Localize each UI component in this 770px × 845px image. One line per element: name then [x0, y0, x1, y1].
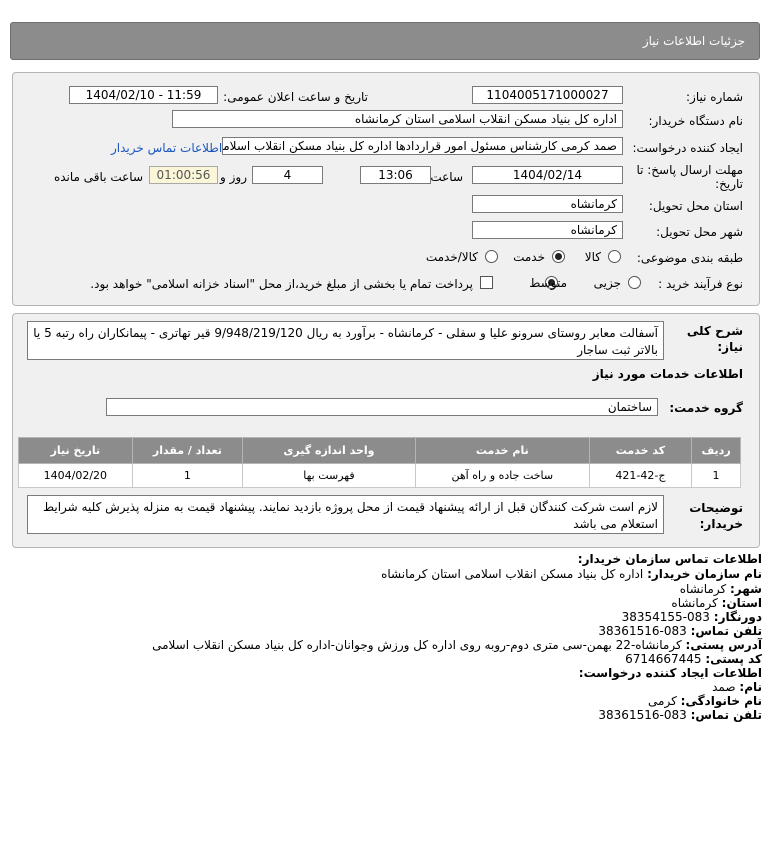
- deadline-label-line2: تاریخ:: [715, 177, 743, 191]
- page-header: جزئیات اطلاعات نیاز: [10, 22, 760, 60]
- services-section-title: اطلاعات خدمات مورد نیاز: [592, 367, 743, 381]
- deadline-date-field[interactable]: 1404/02/14: [472, 166, 623, 184]
- remaining-time-field: 01:00:56: [149, 166, 218, 184]
- need-date-cell: 1404/02/20: [18, 463, 133, 488]
- column-quantity: تعداد / مقدار: [131, 437, 244, 464]
- contact-org-title: اطلاعات تماس سازمان خریدار:: [577, 552, 762, 566]
- category-radio-service[interactable]: [552, 250, 565, 263]
- treasury-payment-note: پرداخت تمام یا بخشی از مبلغ خرید،از محل …: [90, 277, 473, 291]
- days-remaining-field[interactable]: 4: [252, 166, 323, 184]
- notes-label-line1: توضیحات: [689, 501, 743, 515]
- contact-postal-row: کد پستی: 6714667445: [625, 652, 762, 666]
- process-option-medium: متوسط: [529, 276, 567, 290]
- city-label: شهر محل تحویل:: [656, 225, 743, 239]
- category-label: طبقه بندی موضوعی:: [636, 251, 743, 265]
- creator-family-row: نام خانوادگی: کرمی: [648, 694, 762, 708]
- contact-org-row: نام سازمان خریدار: اداره کل بنیاد مسکن ا…: [381, 567, 762, 581]
- province-field[interactable]: کرمانشاه: [472, 195, 623, 213]
- announce-label: تاریخ و ساعت اعلان عمومی:: [223, 90, 368, 104]
- requester-label: ایجاد کننده درخواست:: [632, 141, 743, 155]
- category-radio-goods[interactable]: [608, 250, 621, 263]
- buyer-org-label: نام دستگاه خریدار:: [648, 114, 744, 128]
- buyer-contact-link[interactable]: اطلاعات تماس خریدار: [111, 141, 222, 155]
- table-row[interactable]: 1 ج-42-421 ساخت جاده و راه آهن فهرست بها…: [18, 463, 741, 488]
- process-option-minor: جزیی: [593, 276, 621, 290]
- summary-label-line2: نیاز:: [717, 340, 743, 354]
- summary-label-line1: شرح کلی: [686, 324, 743, 338]
- process-radio-minor[interactable]: [628, 276, 641, 289]
- contact-address-row: آدرس پستی: کرمانشاه-22 بهمن-سی متری دوم-…: [152, 638, 762, 652]
- category-radio-goods-service[interactable]: [485, 250, 498, 263]
- days-label: روز و: [220, 170, 247, 184]
- category-option-goods-service: کالا/خدمت: [425, 250, 478, 264]
- remaining-time-label: ساعت باقی مانده: [53, 170, 143, 184]
- need-number-label: شماره نیاز:: [686, 90, 743, 104]
- announce-datetime-field[interactable]: 1404/02/10 - 11:59: [69, 86, 218, 104]
- quantity-cell: 1: [131, 463, 244, 488]
- category-option-goods: کالا: [584, 250, 601, 264]
- unit-cell: فهرست بها: [242, 463, 416, 488]
- services-table-header: ردیف کد خدمت نام خدمت واحد اندازه گیری ت…: [18, 437, 741, 464]
- notes-label-line2: خریدار:: [699, 517, 743, 531]
- requester-field[interactable]: صمد کرمی کارشناس مسئول امور قراردادها اد…: [222, 137, 623, 155]
- contact-province-row: استان: کرمانشاه: [671, 596, 762, 610]
- creator-name-row: نام: صمد: [712, 680, 762, 694]
- contact-phone-row: تلفن تماس: 083-38361516: [598, 624, 762, 638]
- treasury-payment-checkbox[interactable]: [480, 276, 493, 289]
- service-group-field[interactable]: ساختمان: [106, 398, 658, 416]
- buyer-notes-field[interactable]: لازم است شرکت کنندگان قبل از ارائه پیشنه…: [27, 495, 664, 534]
- category-option-service: خدمت: [513, 250, 545, 264]
- services-table: ردیف کد خدمت نام خدمت واحد اندازه گیری ت…: [18, 437, 741, 488]
- need-number-field[interactable]: 1104005171000027: [472, 86, 623, 104]
- province-label: استان محل تحویل:: [648, 199, 743, 213]
- column-service-code: کد خدمت: [588, 437, 693, 464]
- service-group-label: گروه خدمت:: [669, 401, 743, 415]
- creator-phone-row: تلفن تماس: 083-38361516: [598, 708, 762, 722]
- deadline-time-field[interactable]: 13:06: [360, 166, 431, 184]
- need-details-panel: [12, 72, 760, 306]
- buyer-org-field[interactable]: اداره کل بنیاد مسکن انقلاب اسلامی استان …: [172, 110, 623, 128]
- summary-description-field[interactable]: آسفالت معابر روستای سرونو علیا و سفلی - …: [27, 321, 664, 360]
- column-row-number: ردیف: [691, 437, 741, 464]
- creator-info-title: اطلاعات ایجاد کننده درخواست:: [578, 666, 762, 680]
- contact-city-row: شهر: کرمانشاه: [679, 582, 762, 596]
- column-unit: واحد اندازه گیری: [242, 437, 416, 464]
- deadline-time-label: ساعت: [430, 170, 463, 184]
- column-service-name: نام خدمت: [414, 437, 590, 464]
- deadline-label-line1: مهلت ارسال پاسخ: تا: [636, 163, 743, 177]
- row-number-cell: 1: [691, 463, 741, 488]
- city-field[interactable]: کرمانشاه: [472, 221, 623, 239]
- column-need-date: تاریخ نیاز: [18, 437, 133, 464]
- service-name-cell: ساخت جاده و راه آهن: [414, 463, 590, 488]
- contact-fax-row: دورنگار: 083-38354155: [621, 610, 762, 624]
- process-label: نوع فرآیند خرید :: [658, 277, 743, 291]
- service-code-cell: ج-42-421: [588, 463, 693, 488]
- page-title: جزئیات اطلاعات نیاز: [642, 34, 745, 48]
